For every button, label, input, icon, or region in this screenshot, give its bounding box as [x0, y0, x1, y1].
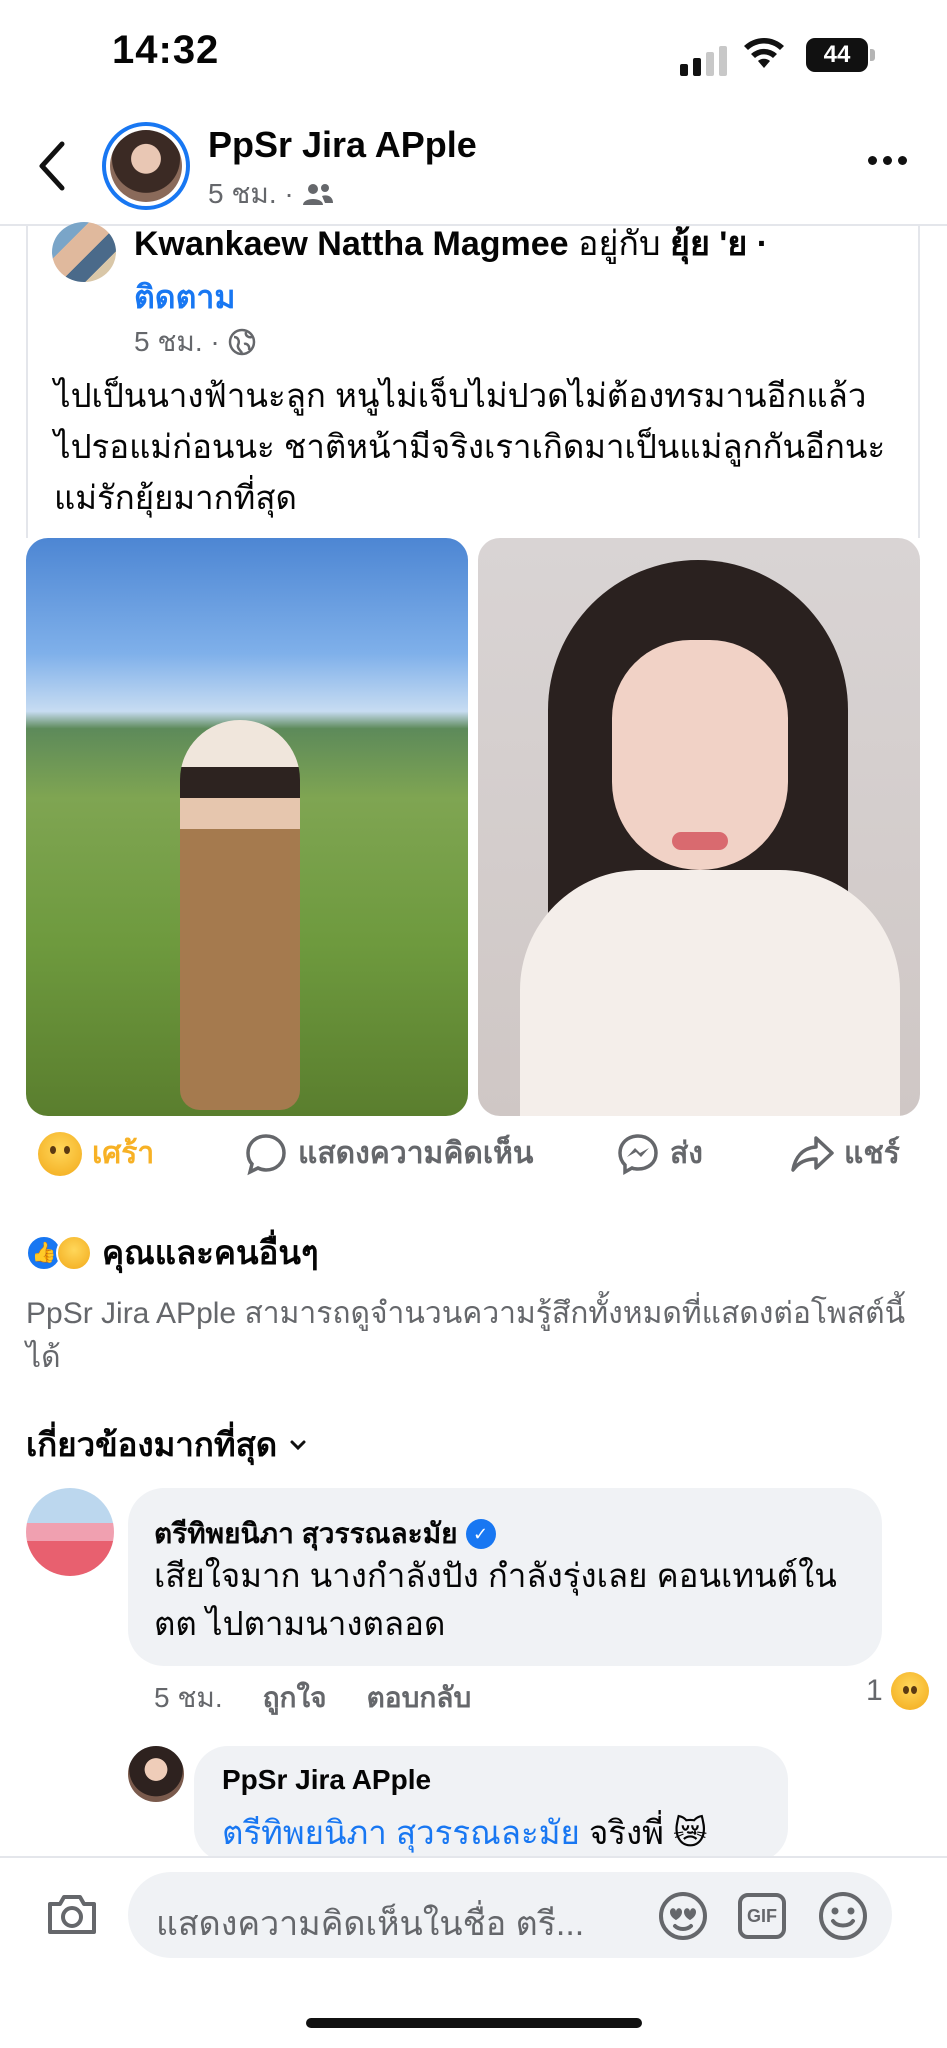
follow-button[interactable]: ติดตาม [134, 272, 235, 323]
share-label: แชร์ [844, 1137, 900, 1170]
share-button[interactable]: แชร์ [790, 1130, 900, 1177]
reaction-summary[interactable]: 👍 คุณและคนอื่นๆ [26, 1226, 319, 1279]
photo-2-lips [672, 832, 728, 850]
more-options-button[interactable] [868, 156, 907, 165]
post-text: ไปเป็นนางฟ้านะลูก หนูไม่เจ็บไม่ปวดไม่ต้อ… [54, 377, 886, 516]
reply-text: จริงพี่ 😿 [588, 1814, 708, 1851]
comment-time: 5 ชม. [154, 1682, 223, 1713]
photo-1-subject [180, 720, 300, 1110]
with-text: อยู่กับ [578, 225, 661, 263]
battery-nub [870, 49, 875, 61]
battery-icon: 44 [806, 38, 868, 72]
comment-label: แสดงความคิดเห็น [298, 1137, 534, 1170]
comment-icon [246, 1133, 286, 1175]
original-author-avatar[interactable] [52, 222, 116, 282]
comment-like-button[interactable]: ถูกใจ [263, 1676, 327, 1720]
react-label: เศร้า [92, 1137, 155, 1170]
card-border [26, 226, 28, 538]
commenter-name-line[interactable]: ตรีทิพยนิภา สุวรรณละมัย ✓ [154, 1512, 496, 1556]
home-indicator[interactable] [306, 2018, 642, 2028]
wifi-icon [744, 38, 784, 68]
sad-reaction-icon [890, 1672, 929, 1710]
card-border [918, 226, 920, 538]
reaction-privacy-note: PpSr Jira APple สามารถดูจำนวนความรู้สึกท… [26, 1297, 906, 1374]
reaction-summary-text: คุณและคนอื่นๆ [102, 1234, 319, 1271]
comment-input-placeholder: แสดงความคิดเห็นในชื่อ ตรี... [156, 1905, 585, 1943]
gif-button[interactable]: GIF [738, 1893, 786, 1939]
profile-name[interactable]: PpSr Jira APple [208, 124, 477, 166]
react-button[interactable]: เศร้า [38, 1130, 154, 1177]
tagged-person[interactable]: ยุ้ย 'ย · [670, 225, 768, 263]
post-time: 5 ชม. · [208, 178, 294, 209]
profile-avatar[interactable] [102, 122, 190, 210]
back-arrow-icon[interactable] [36, 140, 68, 192]
comment-reply-button[interactable]: ตอบกลับ [367, 1676, 472, 1720]
post-action-bar: เศร้า แสดงความคิดเห็น ส่ง แชร์ [0, 1130, 947, 1190]
messenger-icon [618, 1133, 658, 1175]
commenter-name[interactable]: ตรีทิพยนิภา สุวรรณละมัย [154, 1512, 458, 1556]
avatar-sticker-icon[interactable] [656, 1890, 710, 1942]
photo-2-shirt [520, 870, 900, 1116]
reply-text-line: ตรีทิพยนิภา สุวรรณละมัย จริงพี่ 😿 [222, 1806, 707, 1859]
verified-badge-icon: ✓ [465, 1519, 496, 1549]
send-label: ส่ง [670, 1137, 703, 1170]
camera-icon[interactable] [46, 1892, 98, 1936]
sad-reaction-icon [56, 1234, 92, 1271]
comment-reaction-number: 1 [866, 1674, 883, 1707]
globe-icon [228, 328, 255, 356]
comment-meta: 5 ชม. ถูกใจ ตอบกลับ [154, 1676, 471, 1720]
original-post-time: 5 ชม. · [134, 326, 220, 357]
status-time: 14:32 [112, 28, 220, 72]
share-icon [791, 1135, 834, 1172]
original-post-meta: 5 ชม. · [134, 320, 256, 364]
emoji-icon[interactable] [816, 1890, 870, 1942]
original-author-name[interactable]: Kwankaew Nattha Magmee [134, 225, 569, 263]
chevron-down-icon [290, 1440, 306, 1450]
sort-label: เกี่ยวข้องมากที่สุด [26, 1426, 278, 1463]
comment-sort-dropdown[interactable]: เกี่ยวข้องมากที่สุด [26, 1418, 307, 1471]
reply-avatar[interactable] [128, 1746, 184, 1802]
friends-audience-icon [302, 184, 333, 205]
sad-reaction-icon [38, 1131, 82, 1176]
comment-text: เสียใจมาก นางกำลังปัง กำลังรุ่งเลย คอนเท… [154, 1557, 837, 1642]
original-author-line[interactable]: Kwankaew Nattha Magmee อยู่กับ ยุ้ย 'ย · [134, 216, 768, 270]
comment-reaction-count[interactable]: 1 [866, 1672, 929, 1710]
reply-mention[interactable]: ตรีทิพยนิภา สุวรรณละมัย [222, 1814, 580, 1851]
post-meta: 5 ชม. · [208, 172, 334, 216]
commenter-avatar[interactable] [26, 1488, 114, 1576]
cellular-signal-icon [680, 46, 727, 76]
reply-author-name[interactable]: PpSr Jira APple [222, 1764, 431, 1796]
send-button[interactable]: ส่ง [616, 1130, 703, 1177]
comment-button[interactable]: แสดงความคิดเห็น [244, 1130, 533, 1177]
